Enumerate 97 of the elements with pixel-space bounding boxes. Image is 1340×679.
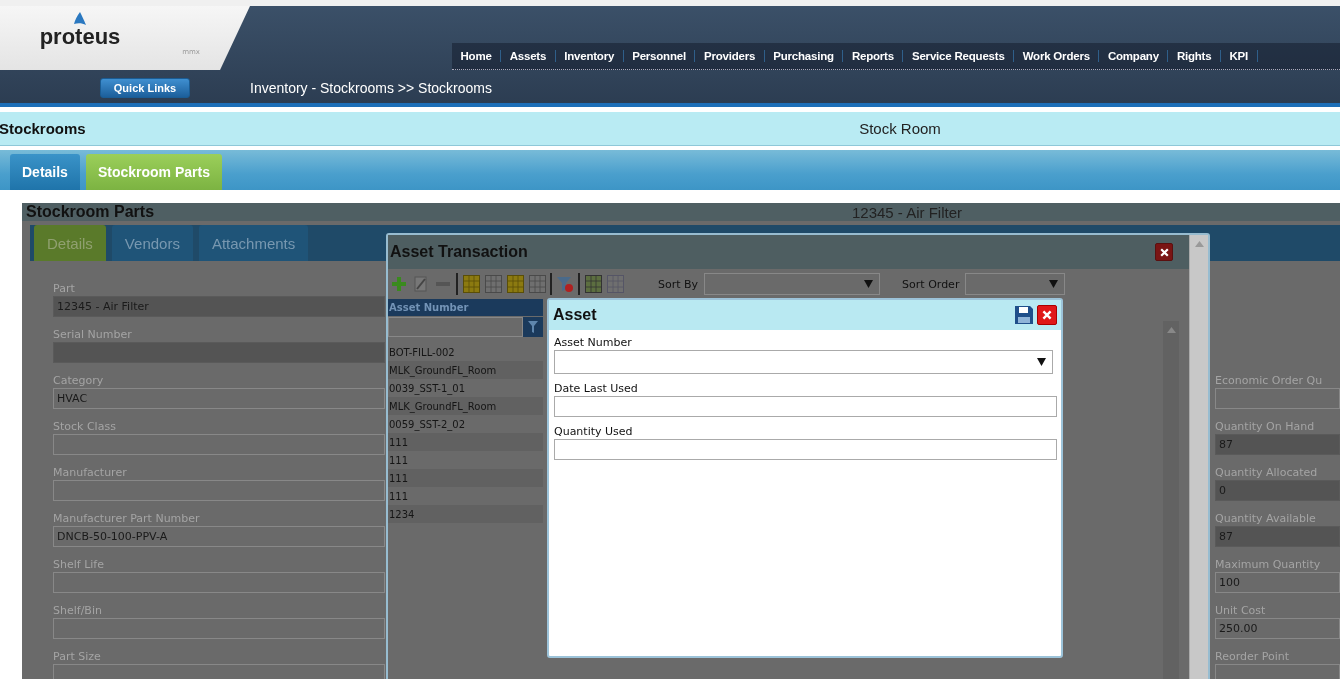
sort-by-select[interactable] [704, 273, 881, 295]
field-label: Quantity Available [1215, 511, 1317, 526]
table-icon[interactable] [584, 274, 602, 294]
logo-name: proteus [39, 26, 121, 48]
field-label: Unit Cost [1215, 603, 1267, 618]
sort-order-label: Sort Order [902, 277, 960, 291]
field-label: Manufacturer Part Number [53, 511, 201, 526]
table-icon[interactable] [528, 274, 546, 294]
field-label: Stock Class [53, 419, 117, 434]
caret-icon [1037, 358, 1046, 366]
quick-links-button[interactable]: Quick Links [100, 77, 190, 98]
page-subtitle: Stock Room [858, 120, 942, 137]
input-field[interactable] [53, 618, 385, 639]
tab[interactable]: Attachments [198, 225, 309, 261]
nav-link[interactable]: Rights [1168, 50, 1221, 62]
field-label: Asset Number [554, 336, 633, 350]
input-field[interactable]: 87 [1215, 526, 1340, 547]
scrollbar[interactable] [1163, 321, 1179, 679]
table-cell: MLK_GroundFL_Room [388, 361, 543, 379]
record-title: 12345 - Air Filter [850, 203, 963, 221]
field-label: Serial Number [53, 327, 133, 342]
table-cell: MLK_GroundFL_Room [388, 397, 543, 415]
table-cell: 111 [388, 469, 543, 487]
sort-order-select[interactable] [965, 273, 1066, 295]
table-icon[interactable] [484, 274, 502, 294]
table-cell: 111 [388, 433, 543, 451]
field-label: Economic Order Qu [1215, 373, 1324, 388]
input-field[interactable]: DNCB-50-100-PPV-A [53, 526, 385, 547]
nav-link[interactable]: Personnel [623, 50, 696, 62]
dialog-title: Asset Transaction [390, 243, 528, 261]
input-field[interactable] [53, 572, 385, 593]
nav-link[interactable]: Service Requests [903, 50, 1015, 62]
field-label: Part Size [53, 649, 102, 664]
field-label: Manufacturer [53, 465, 128, 480]
input-field[interactable] [53, 664, 385, 679]
field-label: Shelf Life [53, 557, 105, 572]
input-field[interactable] [53, 342, 385, 363]
table-icon[interactable] [462, 274, 480, 294]
nav-link[interactable]: Inventory [555, 50, 624, 62]
filter-icon [528, 321, 538, 333]
caret-icon [1049, 280, 1059, 288]
scrollbar[interactable] [1189, 235, 1208, 679]
nav-link[interactable]: Providers [695, 50, 765, 62]
field-label: Quantity On Hand [1215, 419, 1316, 434]
close-button[interactable] [1037, 305, 1057, 325]
edit-icon[interactable] [412, 274, 430, 294]
tab[interactable]: Stockroom Parts [85, 154, 222, 190]
input-field[interactable] [53, 434, 385, 455]
nav-link[interactable]: Assets [501, 50, 556, 62]
close-button[interactable] [1155, 243, 1173, 261]
input-field[interactable]: 250.00 [1215, 618, 1340, 639]
input-field[interactable]: 87 [1215, 434, 1340, 455]
input-field[interactable]: 12345 - Air Filter [53, 296, 385, 317]
field-label: Maximum Quantity [1215, 557, 1322, 572]
table-icon[interactable] [506, 274, 524, 294]
nav-link[interactable]: Reports [843, 50, 904, 62]
close-icon [1041, 309, 1053, 321]
field-label: Quantity Allocated [1215, 465, 1319, 480]
nav-link[interactable]: Company [1099, 50, 1169, 62]
input-field[interactable] [554, 439, 1057, 460]
nav-link[interactable]: Purchasing [764, 50, 844, 62]
field-label: Category [53, 373, 105, 388]
save-button[interactable] [1014, 305, 1034, 325]
breadcrumb: Inventory - Stockrooms >> Stockrooms [250, 79, 492, 96]
scroll-up-icon [1166, 327, 1176, 333]
table-icon[interactable] [606, 274, 624, 294]
field-label: Part [53, 281, 76, 296]
nav-link[interactable]: Home [452, 50, 502, 62]
filter-field[interactable] [388, 317, 523, 337]
table-cell: 1234 [388, 505, 543, 523]
sort-by-label: Sort By [658, 277, 699, 291]
close-icon [1158, 246, 1170, 258]
nav-link[interactable]: Work Orders [1014, 50, 1100, 62]
input-field[interactable]: 0 [1215, 480, 1340, 501]
dialog-title: Asset [553, 306, 597, 324]
input-field[interactable]: HVAC [53, 388, 385, 409]
input-field[interactable] [53, 480, 385, 501]
select-field[interactable] [554, 350, 1053, 374]
nav-link[interactable]: KPI [1220, 50, 1258, 62]
tab[interactable]: Details [10, 154, 80, 190]
input-field[interactable] [1215, 388, 1340, 409]
caret-icon [864, 280, 874, 288]
input-field[interactable] [554, 396, 1057, 417]
add-icon[interactable] [390, 274, 408, 294]
panel-title: Stockroom Parts [25, 203, 156, 221]
field-label: Shelf/Bin [53, 603, 103, 618]
sail-icon [73, 12, 87, 26]
field-label: Date Last Used [554, 382, 639, 396]
input-field[interactable] [1215, 664, 1340, 679]
input-field[interactable]: 100 [1215, 572, 1340, 593]
field-label: Reorder Point [1215, 649, 1291, 664]
filter-icon[interactable] [556, 274, 574, 294]
column-header[interactable]: Asset Number [388, 299, 543, 316]
scroll-up-icon [1194, 241, 1204, 247]
field-label: Quantity Used [554, 425, 634, 439]
tab[interactable]: Vendors [111, 225, 193, 261]
page-title: Stockrooms [0, 120, 87, 137]
